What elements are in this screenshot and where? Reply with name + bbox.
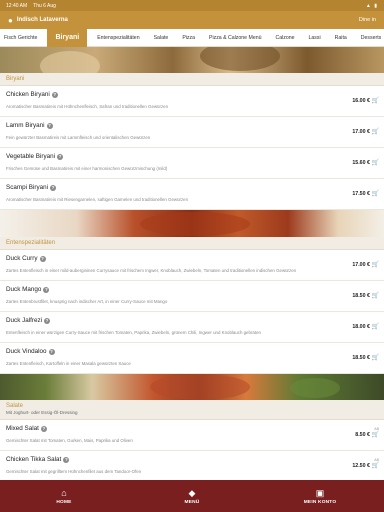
shop-name[interactable]: Indisch Lataverna	[17, 17, 68, 23]
item-name: Scampi Biryani	[6, 184, 48, 191]
menu-item[interactable]: Chicken Biryani? Aromatischer Basmatirei…	[0, 86, 384, 117]
item-price: 17.00 €	[352, 262, 370, 268]
item-name: Vegetable Biryani	[6, 153, 56, 160]
cart-icon[interactable]: 🛒	[372, 462, 379, 469]
info-icon[interactable]: ?	[51, 91, 58, 98]
bottom-nav: ⌂ HOME ◆ MENÜ ▣ MEIN KONTO	[0, 480, 384, 512]
info-icon[interactable]: ?	[48, 348, 55, 355]
item-price: 15.60 €	[352, 160, 370, 166]
salad-banner-image	[0, 374, 384, 400]
cart-icon[interactable]: 🛒	[372, 261, 379, 268]
menu-item[interactable]: Duck Curry? Zartes Entenfleisch in einer…	[0, 250, 384, 281]
section-header-entenspezialitaeten: Entenspezialitäten	[0, 237, 384, 250]
status-date: Thu 6 Aug	[33, 2, 56, 9]
cart-icon[interactable]: 🛒	[372, 97, 379, 104]
item-description: Frisches Gemüse und Basmatireis mit eine…	[6, 166, 168, 171]
cart-icon[interactable]: 🛒	[372, 190, 379, 197]
cart-icon[interactable]: 🛒	[372, 128, 379, 135]
nav-label: MENÜ	[184, 499, 200, 505]
info-icon[interactable]: ?	[46, 122, 53, 129]
info-icon[interactable]: ?	[50, 184, 56, 191]
section-header-salate: Salate Mit Joghurt- oder Essig-Öl-Dressi…	[0, 400, 384, 420]
status-bar: 12:40 AM Thu 6 Aug ▲ ▮	[0, 0, 384, 11]
nav-label: MEIN KONTO	[303, 499, 337, 505]
menu-item[interactable]: Lamm Biryani? Fein gewürzter Basmatireis…	[0, 117, 384, 148]
menu-item[interactable]: Duck Vindaloo? Zartes Entenfleisch, Kart…	[0, 343, 384, 374]
section-title: Biryani	[6, 76, 25, 82]
duck-banner-image	[0, 210, 384, 237]
menu-item[interactable]: Vegetable Biryani? Frisches Gemüse und B…	[0, 148, 384, 179]
tab-fisch-gerichte[interactable]: Fisch Gerichte	[0, 29, 41, 47]
info-icon[interactable]: ?	[40, 425, 47, 432]
menu-item[interactable]: Scampi Biryani? Aromatischer Basmatireis…	[0, 179, 384, 210]
item-name: Duck Vindaloo	[6, 348, 47, 355]
item-name: Mixed Salat	[6, 425, 39, 432]
cart-icon[interactable]: 🛒	[372, 159, 379, 166]
menu-item[interactable]: Mixed Salat? Gemischter Salat mit Tomate…	[0, 420, 384, 451]
item-name: Duck Curry	[6, 255, 38, 262]
item-description: Zartes Entenfleisch in einer mild-auberg…	[6, 268, 297, 273]
tab-biryani[interactable]: Biryani	[47, 28, 88, 47]
cart-icon[interactable]: 🛒	[372, 323, 379, 330]
top-bar: ● Indisch Lataverna Dine in	[0, 11, 384, 29]
nav-account[interactable]: ▣ MEIN KONTO	[256, 488, 384, 505]
info-icon[interactable]: ?	[63, 456, 70, 463]
item-description: Fein gewürzter Basmatireis mit Lammfleis…	[6, 135, 151, 140]
cart-icon[interactable]: 🛒	[372, 431, 379, 438]
item-price: 18.50 €	[352, 293, 370, 299]
nav-home[interactable]: ⌂ HOME	[0, 488, 128, 505]
tab-raita[interactable]: Raita	[331, 29, 351, 47]
item-price: 18.00 €	[352, 324, 370, 330]
cart-icon[interactable]: 🛒	[372, 292, 379, 299]
item-price: 16.00 €	[352, 98, 370, 104]
item-description: Zartes Entenfleisch, Kartoffeln in einer…	[6, 361, 131, 366]
item-name: Duck Mango	[6, 286, 42, 293]
item-price: 18.50 €	[352, 355, 370, 361]
item-description: Zartes Entenbrustfilet, knusprig nach in…	[6, 299, 168, 304]
info-icon[interactable]: ?	[57, 153, 64, 160]
biryani-banner-image	[0, 47, 384, 73]
nav-label: HOME	[56, 499, 72, 505]
category-tabs: Fisch Gerichte Biryani Entenspezialitäte…	[0, 28, 384, 47]
item-price: 12.50 €	[352, 463, 370, 469]
cart-icon[interactable]: 🛒	[372, 354, 379, 361]
item-description: Gemischter Salat mit gegrilltem Hühnchen…	[6, 469, 142, 474]
menu-item[interactable]: Chicken Tikka Salat? Gemischter Salat mi…	[0, 451, 384, 480]
tab-pizza-calzone-menu[interactable]: Pizza & Calzone Menü	[205, 29, 265, 47]
info-icon[interactable]: ?	[44, 317, 51, 324]
item-description: Aromatischer Basmatireis mit Hühnchenfle…	[6, 104, 169, 109]
menu-content[interactable]: Biryani Chicken Biryani? Aromatischer Ba…	[0, 47, 384, 480]
dine-in-toggle[interactable]: Dine in	[359, 17, 376, 23]
tag-icon: ◆	[188, 487, 196, 498]
section-header-biryani: Biryani	[0, 73, 384, 86]
item-name: Lamm Biryani	[6, 122, 45, 129]
nav-menu[interactable]: ◆ MENÜ	[128, 488, 256, 505]
status-time: 12:40 AM	[6, 2, 28, 9]
tab-salate[interactable]: Salate	[150, 29, 173, 47]
menu-item[interactable]: Duck Mango? Zartes Entenbrustfilet, knus…	[0, 281, 384, 312]
item-name: Chicken Biryani	[6, 91, 50, 98]
home-icon: ⌂	[61, 487, 67, 498]
item-price: 17.50 €	[352, 191, 370, 197]
tab-pizza[interactable]: Pizza	[178, 29, 199, 47]
item-price: 17.00 €	[352, 129, 370, 135]
tab-desserts[interactable]: Desserts	[357, 29, 384, 47]
info-icon[interactable]: ?	[39, 255, 46, 262]
status-icons: ▲ ▮	[365, 2, 378, 9]
item-name: Chicken Tikka Salat	[6, 456, 62, 463]
tab-lassi[interactable]: Lassi	[305, 29, 325, 47]
section-subtitle: Mit Joghurt- oder Essig-Öl-Dressing	[6, 410, 78, 415]
tab-entenspezialitaeten[interactable]: Entenspezialitäten	[93, 29, 143, 47]
item-description: Gemischter Salat mit Tomaten, Gurken, Ma…	[6, 438, 133, 443]
tab-calzone[interactable]: Calzone	[271, 29, 298, 47]
info-icon[interactable]: ?	[43, 286, 50, 293]
item-price: 8.50 €	[355, 432, 370, 438]
item-description: Aromatischer Basmatireis mit Riesengarne…	[6, 197, 189, 202]
section-title: Entenspezialitäten	[6, 240, 56, 246]
location-pin-icon[interactable]: ●	[8, 16, 13, 25]
briefcase-icon: ▣	[315, 487, 325, 498]
item-name: Duck Jalfrezi	[6, 317, 43, 324]
item-description: Entenfleisch in einer würzigen Curry-Sau…	[6, 330, 261, 335]
menu-item[interactable]: Duck Jalfrezi? Entenfleisch in einer wür…	[0, 312, 384, 343]
